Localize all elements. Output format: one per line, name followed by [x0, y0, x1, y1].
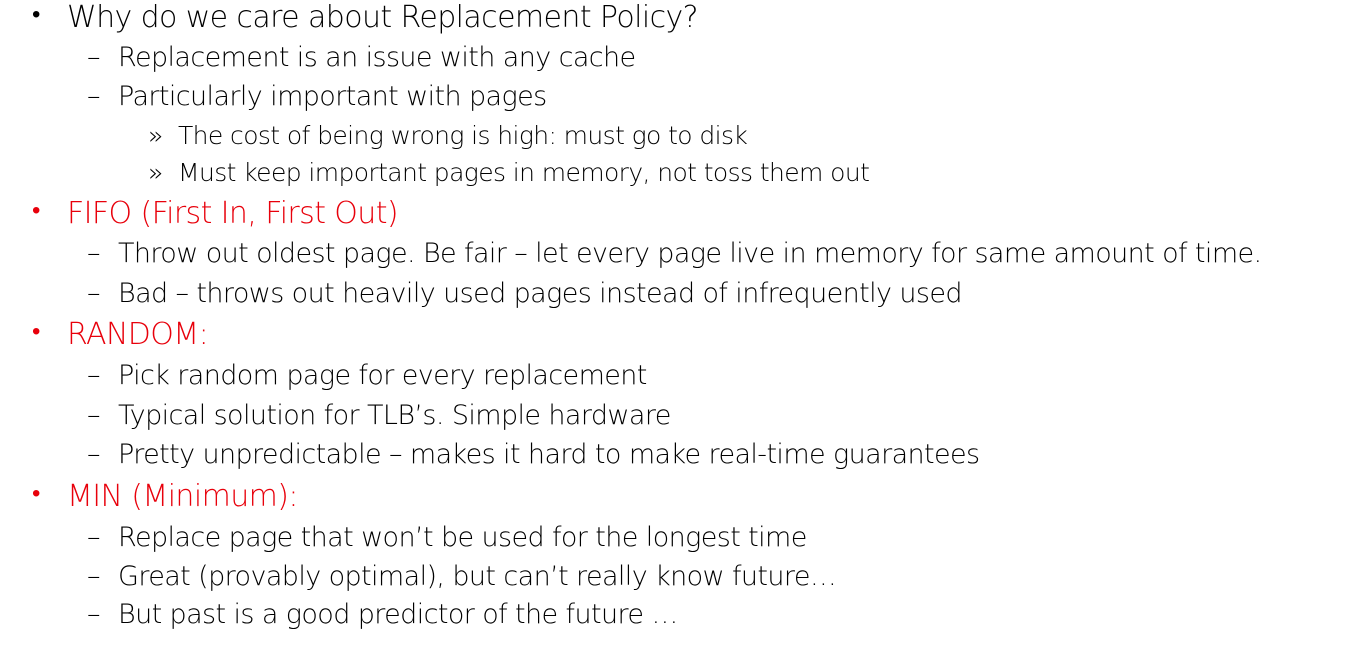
dash-marker: –: [87, 42, 101, 73]
dash-marker: –: [87, 439, 101, 470]
list-item-text: But past is a good predictor of the futu…: [118, 599, 678, 630]
list-item: – Typical solution for TLB’s. Simple har…: [87, 400, 671, 431]
sub-list-item-text: The cost of being wrong is high: must go…: [178, 121, 748, 150]
dash-marker: –: [87, 278, 101, 309]
bullet-marker: •: [32, 317, 40, 345]
list-item: – Throw out oldest page. Be fair – let e…: [87, 238, 1262, 269]
list-item-text: Great (provably optimal), but can’t real…: [118, 561, 837, 592]
sub-list-item-text: Must keep important pages in memory, not…: [178, 158, 870, 187]
list-item: – Replace page that won’t be used for th…: [87, 522, 807, 553]
list-item-text: Replace page that won’t be used for the …: [118, 522, 807, 553]
list-item-text: Particularly important with pages: [118, 81, 547, 112]
list-item: – But past is a good predictor of the fu…: [87, 599, 678, 630]
heading-fifo: • FIFO (First In, First Out): [32, 196, 399, 231]
dash-marker: –: [87, 400, 101, 431]
heading-random: • RANDOM:: [32, 317, 209, 352]
slide: • Why do we care about Replacement Polic…: [0, 0, 1361, 653]
raquo-marker: »: [148, 158, 163, 187]
list-item: – Great (provably optimal), but can’t re…: [87, 561, 837, 592]
list-item-text: Pretty unpredictable – makes it hard to …: [118, 439, 980, 470]
list-item-text: Typical solution for TLB’s. Simple hardw…: [118, 400, 671, 431]
heading-text: FIFO (First In, First Out): [67, 196, 399, 231]
dash-marker: –: [87, 522, 101, 553]
bullet-marker: •: [32, 479, 40, 507]
list-item: – Pick random page for every replacement: [87, 360, 647, 391]
list-item-text: Throw out oldest page. Be fair – let eve…: [118, 238, 1262, 269]
list-item: – Particularly important with pages: [87, 81, 547, 112]
dash-marker: –: [87, 599, 101, 630]
bullet-marker: •: [32, 196, 40, 224]
heading-text: MIN (Minimum):: [67, 479, 298, 514]
list-item-text: Replacement is an issue with any cache: [118, 42, 636, 73]
list-item-text: Bad – throws out heavily used pages inst…: [118, 278, 963, 309]
heading-text: RANDOM:: [67, 317, 209, 352]
sub-list-item: » The cost of being wrong is high: must …: [148, 121, 748, 150]
heading-min: • MIN (Minimum):: [32, 479, 298, 514]
heading-text: Why do we care about Replacement Policy?: [67, 0, 699, 35]
list-item-text: Pick random page for every replacement: [118, 360, 647, 391]
list-item: – Bad – throws out heavily used pages in…: [87, 278, 963, 309]
sub-list-item: » Must keep important pages in memory, n…: [148, 158, 870, 187]
raquo-marker: »: [148, 121, 163, 150]
list-item: – Pretty unpredictable – makes it hard t…: [87, 439, 980, 470]
dash-marker: –: [87, 360, 101, 391]
heading-replacement-policy: • Why do we care about Replacement Polic…: [32, 0, 699, 35]
list-item: – Replacement is an issue with any cache: [87, 42, 636, 73]
bullet-marker: •: [32, 0, 40, 28]
dash-marker: –: [87, 81, 101, 112]
dash-marker: –: [87, 238, 101, 269]
dash-marker: –: [87, 561, 101, 592]
